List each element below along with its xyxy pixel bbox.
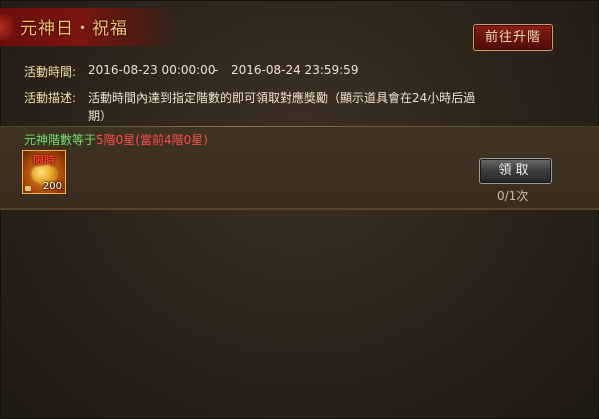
desc-line-2: 期） — [88, 109, 113, 123]
limited-time-tag: 限時 — [33, 154, 55, 167]
claim-progress: 0/1次 — [497, 189, 529, 203]
condition-target: 5階0星(當前4階0星) — [96, 133, 208, 147]
time-end: 2016-08-24 23:59:59 — [231, 63, 359, 77]
bind-lock-icon — [25, 186, 31, 191]
time-separator: - — [214, 63, 219, 77]
time-label: 活動時間: — [24, 65, 77, 79]
go-upgrade-button[interactable]: 前往升階 — [473, 24, 553, 51]
condition-prefix: 元神階數等于 — [24, 133, 97, 147]
reward-row-divider — [0, 126, 599, 127]
reward-condition: 元神階數等于5階0星(當前4階0星) — [24, 131, 208, 148]
item-count: 200 — [42, 181, 62, 192]
page-title: 元神日・祝福 — [20, 19, 128, 39]
desc-label: 活動描述: — [24, 91, 77, 105]
time-start: 2016-08-23 00:00:00 — [88, 63, 216, 77]
desc-line-1: 活動時間內達到指定階數的即可領取對應獎勵（顯示道具會在24小時后過 — [88, 91, 476, 105]
claim-button[interactable]: 領取 — [479, 158, 552, 184]
reward-item-slot[interactable]: 限時 200 — [22, 150, 66, 194]
